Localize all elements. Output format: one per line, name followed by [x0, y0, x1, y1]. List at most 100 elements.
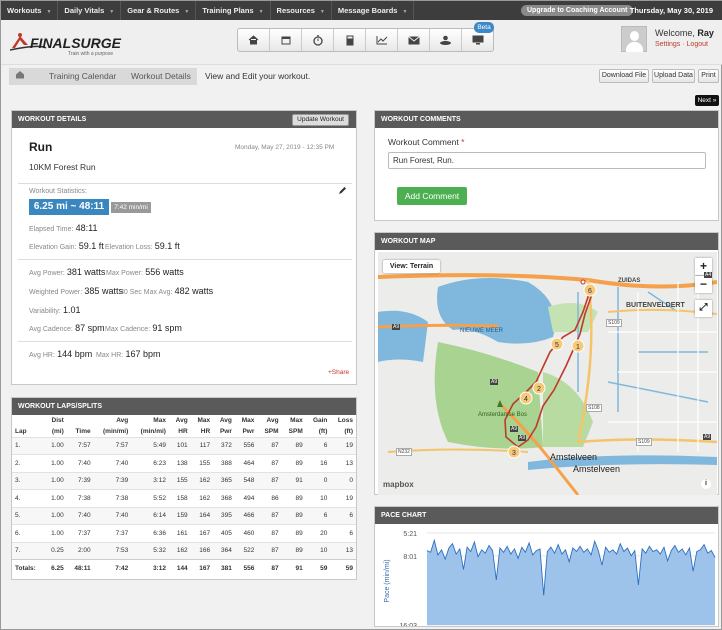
quick-toolbar — [237, 28, 494, 52]
variability-value: 1.01 — [63, 305, 81, 315]
column-header: Avg — [266, 417, 279, 424]
table-row[interactable]: 1. 1.00 7:57 7:57 5:49 101 117 372 556 87 89 6 19 — [12, 437, 356, 455]
table-cell: 0 — [349, 477, 353, 485]
nav-daily-vitals[interactable]: Daily Vitals ▼ — [58, 1, 122, 20]
breadcrumb-training-calendar[interactable]: Training Calendar — [35, 68, 123, 85]
calendar-icon[interactable] — [270, 29, 302, 51]
column-header: (min/mi) — [140, 427, 166, 435]
avg-power: Avg Power: 381 watts — [29, 267, 105, 277]
panel-title: WORKOUT LAPS/SPLITS — [12, 398, 356, 415]
column-header: Pwr — [242, 427, 255, 435]
comment-label: Workout Comment * — [388, 137, 464, 147]
nav-training-plans[interactable]: Training Plans ▼ — [196, 1, 271, 20]
route-marker-4[interactable]: 4 — [519, 391, 533, 405]
max-hr-value: 167 bpm — [125, 349, 161, 359]
comment-input[interactable]: Run Forest, Run. — [388, 152, 706, 169]
max30-value: 482 watts — [174, 286, 214, 296]
table-cell: 7:38 — [77, 494, 91, 502]
table-cell: 7. — [15, 547, 21, 555]
table-cell: 7:40 — [115, 459, 129, 467]
totals-cell: 59 — [320, 564, 328, 572]
share-link[interactable]: +Share — [328, 369, 349, 376]
settings-link[interactable]: Settings — [655, 41, 680, 48]
route-marker-1[interactable]: 1 — [571, 339, 585, 353]
people-icon[interactable] — [430, 29, 462, 51]
table-row[interactable]: 3. 1.00 7:39 7:39 3:12 155 162 365 548 87 91 0 0 — [12, 472, 356, 490]
header: FINALSURGE Train with a purpose Beta Wel… — [1, 20, 722, 65]
nav-resources[interactable]: Resources ▼ — [271, 1, 332, 20]
route-marker-5[interactable]: 5 — [550, 337, 564, 351]
edit-icon[interactable] — [338, 186, 347, 197]
fullscreen-icon[interactable]: ⤢ — [695, 300, 712, 317]
table-row[interactable]: 4. 1.00 7:38 7:38 5:52 158 162 368 494 86 89 10 19 — [12, 489, 356, 508]
add-comment-button[interactable]: Add Comment — [397, 187, 467, 205]
table-cell: 1. — [15, 442, 21, 450]
next-workout-button[interactable]: Next » — [695, 95, 719, 106]
table-cell: 101 — [176, 442, 188, 450]
download-file-button[interactable]: Download File — [599, 69, 649, 83]
table-cell: 89 — [295, 494, 303, 502]
route-marker-3[interactable]: 3 — [507, 445, 521, 459]
route-marker-2[interactable]: 2 — [532, 381, 546, 395]
divider — [18, 183, 352, 184]
y-axis-label: Pace (min/mi) — [384, 559, 391, 602]
svg-text:2: 2 — [537, 386, 541, 393]
stopwatch-icon[interactable] — [302, 29, 334, 51]
table-cell: 1.00 — [51, 512, 64, 520]
column-header: (ft) — [344, 427, 353, 435]
table-row[interactable]: 5. 1.00 7:40 7:40 6:14 159 164 395 466 87 89 6 6 — [12, 507, 356, 525]
totals-cell: 59 — [345, 564, 353, 572]
totals-cell: 87 — [271, 564, 279, 572]
table-cell: 7:40 — [77, 512, 91, 520]
update-workout-button[interactable]: Update Workout — [292, 114, 349, 126]
calculator-icon[interactable] — [334, 29, 366, 51]
breadcrumb-home[interactable] — [9, 68, 35, 85]
logo-text: FINALSURGE — [30, 35, 122, 51]
mail-icon[interactable] — [398, 29, 430, 51]
max-power: Max Power: 556 watts — [106, 267, 184, 277]
upgrade-button[interactable]: Upgrade to Coaching Account — [521, 5, 634, 16]
table-cell: 89 — [295, 512, 303, 520]
route-marker-6[interactable]: 6 — [583, 283, 597, 297]
max-power-value: 556 watts — [145, 267, 184, 277]
table-cell: 7:40 — [77, 459, 91, 467]
workout-details-panel: WORKOUT DETAILS Update Workout Run Monda… — [11, 110, 357, 385]
pace-chart-panel: PACE CHART Pace (min/mi) 5:21 8:01 16:03 — [374, 506, 719, 627]
logout-link[interactable]: Logout — [687, 41, 708, 48]
zoom-out-button[interactable]: − — [695, 276, 712, 293]
column-header: HR — [200, 427, 211, 435]
chevron-down-icon: ▼ — [258, 9, 264, 15]
route-map[interactable]: 1 2 3 4 5 6 View: Terrain + − ⤢ ZUIDAS B… — [378, 252, 717, 495]
avatar[interactable] — [621, 26, 647, 52]
column-header: Time — [75, 427, 91, 435]
divider — [18, 341, 352, 342]
view-terrain-button[interactable]: View: Terrain — [383, 260, 440, 273]
mapbox-logo: mapbox — [383, 480, 414, 489]
max-cadence-value: 91 spm — [152, 323, 182, 333]
max30-label: 30 Sec Max Avg: — [120, 289, 173, 296]
table-cell: 460 — [243, 529, 255, 537]
nav-gear-routes[interactable]: Gear & Routes ▼ — [121, 1, 197, 20]
home-icon[interactable] — [238, 29, 270, 51]
table-cell: 7:39 — [77, 477, 91, 485]
totals-cell: 144 — [176, 564, 188, 572]
column-header: (mi) — [51, 427, 64, 435]
workout-type: Run — [29, 140, 53, 154]
breadcrumb-workout-details[interactable]: Workout Details — [117, 68, 197, 85]
table-row[interactable]: 7. 0.25 2:00 7:53 5:32 162 166 364 522 87 89 10 13 — [12, 542, 356, 560]
upload-data-button[interactable]: Upload Data — [652, 69, 695, 83]
totals-cell: 48:11 — [74, 564, 91, 572]
map-label: Amsterdamse Bos — [478, 412, 528, 418]
info-icon[interactable]: i — [701, 479, 711, 489]
table-cell: 5:32 — [153, 547, 166, 555]
table-row[interactable]: 2. 1.00 7:40 7:40 6:23 138 155 388 464 87 89 16 13 — [12, 454, 356, 473]
table-cell: 10 — [320, 547, 328, 555]
nav-workouts[interactable]: Workouts ▼ — [1, 1, 59, 20]
column-header: Max — [290, 417, 303, 424]
stats-label: Workout Statistics: — [29, 188, 87, 195]
print-button[interactable]: Print — [698, 69, 719, 83]
chart-icon[interactable] — [366, 29, 398, 51]
finalsurge-logo[interactable]: FINALSURGE Train with a purpose — [9, 32, 130, 58]
nav-message-boards[interactable]: Message Boards ▼ — [332, 1, 415, 20]
table-row[interactable]: 6. 1.00 7:37 7:37 6:36 161 167 405 460 87 89 20 6 — [12, 524, 356, 543]
